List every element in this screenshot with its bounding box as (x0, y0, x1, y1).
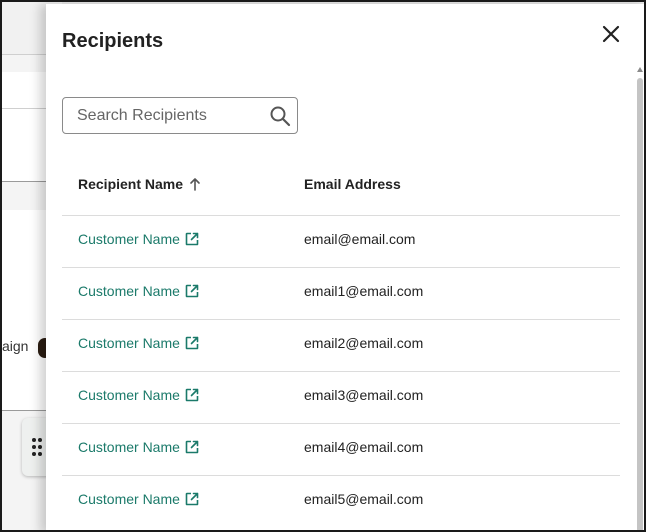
recipient-name[interactable]: Customer Name (78, 335, 180, 351)
external-link-icon (185, 336, 199, 350)
drawer-scrollbar[interactable] (634, 66, 644, 530)
recipients-drawer: Recipients Recipient Name (46, 4, 644, 530)
external-link-icon (185, 492, 199, 506)
column-header-label: Email Address (304, 176, 401, 192)
external-link-icon (185, 284, 199, 298)
background-partial-text: aign (2, 338, 29, 354)
recipient-email: email4@email.com (304, 439, 424, 455)
table-row: Customer Name email1@email.com (62, 267, 620, 319)
search-input[interactable] (77, 106, 257, 126)
recipient-email: email5@email.com (304, 491, 424, 507)
recipient-name[interactable]: Customer Name (78, 283, 180, 299)
recipient-name[interactable]: Customer Name (78, 387, 180, 403)
recipient-name-link[interactable]: Customer Name (78, 387, 200, 403)
recipient-email: email1@email.com (304, 283, 424, 299)
recipient-name-link[interactable]: Customer Name (78, 491, 200, 507)
table-row: Customer Name email4@email.com (62, 423, 620, 475)
column-header-label: Recipient Name (78, 176, 184, 192)
recipient-name-link[interactable]: Customer Name (78, 335, 200, 351)
recipient-name[interactable]: Customer Name (78, 491, 180, 507)
screen-frame: aign Recipients Search Recipients Recipi… (0, 0, 646, 532)
recipient-email: email2@email.com (304, 335, 424, 351)
table-row: Customer Name email@email.com (62, 215, 620, 267)
table-row: Customer Name email5@email.com (62, 475, 620, 527)
table-row: Customer Name email2@email.com (62, 319, 620, 371)
table-row: Customer Name email3@email.com (62, 371, 620, 423)
close-icon (602, 25, 620, 43)
external-link-icon (185, 232, 199, 246)
column-header-recipient-name[interactable]: Recipient Name (78, 176, 201, 192)
recipients-table: Customer Name email@email.com Customer Nam… (62, 215, 620, 527)
external-link-icon (185, 440, 199, 454)
recipient-name-link[interactable]: Customer Name (78, 231, 200, 247)
drawer-title: Recipients (62, 30, 164, 52)
drag-handle-icon (32, 438, 42, 456)
scroll-up-icon[interactable] (636, 66, 644, 74)
recipient-email: email@email.com (304, 231, 416, 247)
recipient-name-link[interactable]: Customer Name (78, 439, 200, 455)
sort-ascending-icon (190, 178, 200, 191)
recipient-email: email3@email.com (304, 387, 424, 403)
recipient-name[interactable]: Customer Name (78, 439, 180, 455)
close-button[interactable] (599, 22, 623, 46)
search-field[interactable] (62, 97, 298, 134)
recipient-name[interactable]: Customer Name (78, 231, 180, 247)
search-icon[interactable] (269, 105, 291, 127)
external-link-icon (185, 388, 199, 402)
scroll-thumb[interactable] (637, 78, 643, 530)
column-header-email-address: Email Address (304, 176, 401, 192)
recipient-name-link[interactable]: Customer Name (78, 283, 200, 299)
